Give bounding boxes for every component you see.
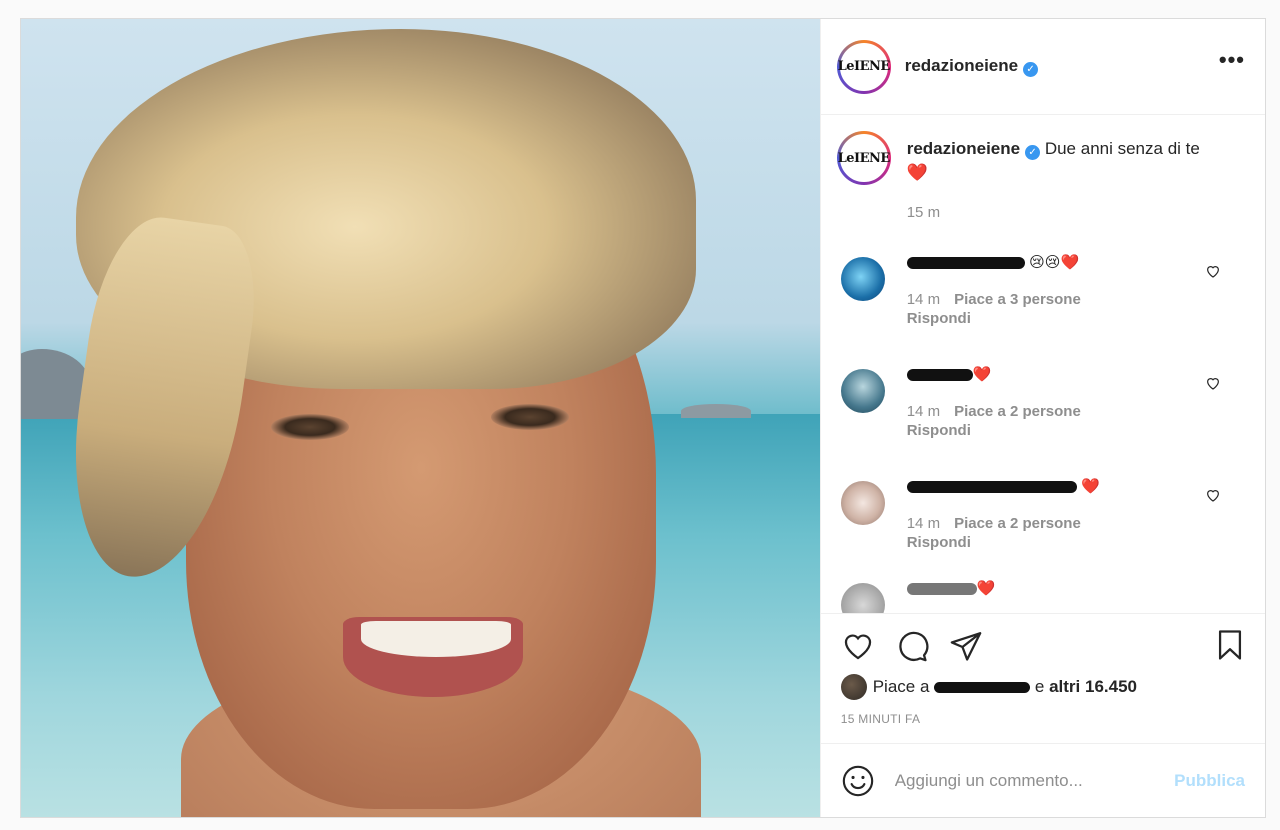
post-card: LeIENE redazioneiene ✓ ••• LeIENE redazio…: [20, 18, 1266, 818]
commenter-avatar[interactable]: [840, 583, 885, 613]
likes-prefix: Piace a: [872, 677, 930, 696]
likes-summary: Piace a e altri 16.450: [840, 674, 1249, 700]
likes-suffix: e: [1034, 677, 1045, 696]
comment-likes[interactable]: Piace a 2 persone: [954, 515, 1081, 532]
reply-button[interactable]: Rispondi: [907, 310, 971, 327]
emoji-icon[interactable]: [841, 764, 875, 798]
reply-button[interactable]: Rispondi: [907, 534, 971, 551]
comment-row: ❤️ 14 m Piace a 2 persone Rispondi: [837, 365, 1249, 449]
comment-text: ❤️: [1081, 478, 1100, 495]
author-name-text: redazioneiene: [904, 56, 1019, 75]
caption-text: Due anni senza di te: [1044, 139, 1200, 158]
action-bar: Piace a e altri 16.450 15 MINUTI FA: [820, 613, 1265, 726]
comment-row: ❤️: [837, 579, 1249, 613]
redacted-username[interactable]: [906, 582, 977, 595]
post-timestamp[interactable]: 15 MINUTI FA: [841, 712, 1249, 726]
verified-icon: ✓: [1025, 145, 1041, 160]
redacted-username[interactable]: [906, 256, 1025, 269]
author-logo: LeIENE: [837, 59, 891, 74]
bookmark-icon[interactable]: [1213, 628, 1247, 662]
comment-heart-icon[interactable]: [1205, 263, 1221, 279]
comment-row: ❤️ 14 m Piace a 2 persone Rispondi: [837, 477, 1249, 561]
eye-shape: [491, 404, 569, 430]
island-shape: [681, 404, 751, 418]
comment-meta: 14 m Piace a 3 persone Rispondi: [907, 290, 1081, 328]
heart-icon[interactable]: [841, 629, 875, 663]
comment-heart-icon[interactable]: [1205, 487, 1221, 503]
author-avatar[interactable]: LeIENE: [836, 131, 891, 185]
comment-row: 😢😢❤️ 14 m Piace a 3 persone Rispondi: [837, 253, 1249, 337]
post-header: LeIENE redazioneiene ✓ •••: [820, 19, 1265, 115]
post-sidebar: LeIENE redazioneiene ✓ ••• LeIENE redazio…: [819, 19, 1265, 817]
comment-heart-icon[interactable]: [1205, 375, 1221, 391]
commenter-avatar[interactable]: [840, 257, 885, 301]
author-avatar[interactable]: LeIENE: [836, 39, 891, 94]
comment-time[interactable]: 14 m: [907, 403, 940, 420]
add-comment-bar: Pubblica: [820, 743, 1265, 817]
caption-time[interactable]: 15 m: [907, 201, 1217, 225]
commenter-avatar[interactable]: [840, 369, 885, 413]
redacted-username[interactable]: [906, 480, 1077, 493]
comment-icon[interactable]: [895, 629, 929, 663]
comment-input[interactable]: [894, 770, 1155, 791]
teeth-shape: [361, 621, 511, 657]
comment-meta: 14 m Piace a 2 persone Rispondi: [907, 514, 1100, 552]
author-username[interactable]: redazioneiene ✓: [904, 56, 1039, 77]
comment-text: ❤️: [972, 366, 992, 383]
redacted-username[interactable]: [934, 681, 1031, 693]
liker-avatar[interactable]: [840, 674, 867, 700]
comment-text: 😢😢❤️: [1029, 254, 1080, 271]
caption-emoji: ❤️: [906, 163, 928, 182]
author-logo: LeIENE: [837, 150, 891, 166]
likes-others[interactable]: altri 16.450: [1049, 677, 1137, 697]
comment-text: ❤️: [976, 580, 996, 597]
comment-likes[interactable]: Piace a 2 persone: [954, 403, 1081, 420]
comments-list[interactable]: LeIENE redazioneiene ✓ Due anni senza di …: [821, 115, 1265, 613]
eye-shape: [271, 414, 349, 440]
verified-icon: ✓: [1023, 62, 1039, 77]
more-icon[interactable]: •••: [1219, 49, 1245, 71]
post-photo[interactable]: [21, 19, 820, 817]
comment-likes[interactable]: Piace a 3 persone: [954, 291, 1081, 308]
share-icon[interactable]: [949, 629, 983, 663]
redacted-username[interactable]: [906, 368, 973, 381]
commenter-avatar[interactable]: [840, 481, 885, 525]
caption-author[interactable]: redazioneiene: [907, 139, 1020, 158]
comment-time[interactable]: 14 m: [907, 291, 940, 308]
reply-button[interactable]: Rispondi: [907, 422, 971, 439]
publish-button[interactable]: Pubblica: [1174, 771, 1245, 791]
comment-meta: 14 m Piace a 2 persone Rispondi: [907, 402, 1081, 440]
comment-time[interactable]: 14 m: [907, 515, 940, 532]
post-caption: LeIENE redazioneiene ✓ Due anni senza di …: [836, 131, 1249, 225]
